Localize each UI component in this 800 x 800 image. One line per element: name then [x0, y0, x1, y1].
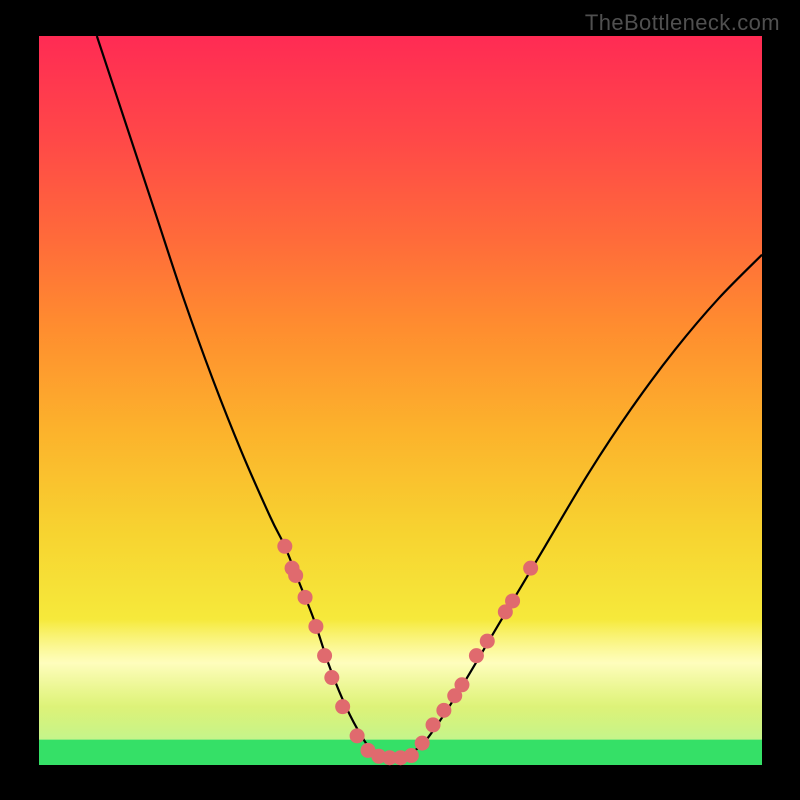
highlight-dot [505, 593, 520, 608]
highlight-dot [317, 648, 332, 663]
highlight-dot [480, 634, 495, 649]
highlight-dot [350, 728, 365, 743]
highlight-dot [298, 590, 313, 605]
highlight-dot [436, 703, 451, 718]
curve-layer [39, 36, 762, 765]
highlight-dot [335, 699, 350, 714]
highlight-dot [288, 568, 303, 583]
highlight-dot [469, 648, 484, 663]
bottleneck-curve [97, 36, 762, 759]
highlight-dot [308, 619, 323, 634]
highlight-dot [415, 736, 430, 751]
highlight-dot [523, 561, 538, 576]
highlight-dot [426, 717, 441, 732]
highlight-dot [324, 670, 339, 685]
watermark-text: TheBottleneck.com [585, 10, 780, 36]
highlight-dot [454, 677, 469, 692]
highlight-dots-group [277, 539, 538, 765]
highlight-dot [277, 539, 292, 554]
highlight-dot [404, 748, 419, 763]
outer-frame: TheBottleneck.com [0, 0, 800, 800]
